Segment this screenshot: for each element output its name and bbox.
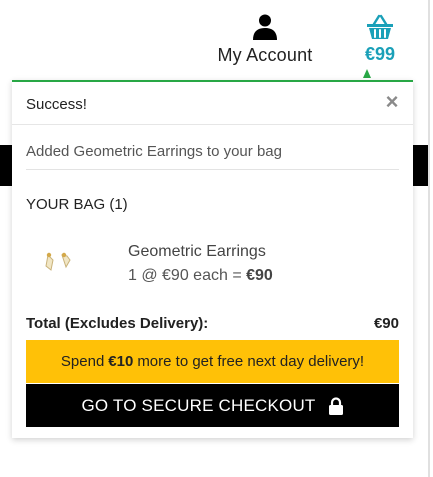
basket-link[interactable]: €99 bbox=[358, 14, 402, 70]
popup-pointer bbox=[363, 69, 371, 78]
popup-header: Success! × bbox=[12, 82, 413, 125]
secure-checkout-button[interactable]: GO TO SECURE CHECKOUT bbox=[26, 384, 399, 427]
added-to-bag-popup: Success! × Added Geometric Earrings to y… bbox=[12, 80, 413, 438]
total-value: €90 bbox=[373, 315, 399, 332]
divider bbox=[26, 169, 399, 170]
product-thumbnail bbox=[45, 252, 71, 271]
page: My Account €99 Success! × Added Geometri… bbox=[0, 0, 433, 477]
popup-title: Success! bbox=[26, 96, 87, 113]
nav-bar-left-edge bbox=[0, 145, 12, 186]
basket-icon bbox=[367, 14, 393, 39]
free-delivery-banner: Spend €10 more to get free next day deli… bbox=[26, 340, 399, 383]
page-edge-divider bbox=[428, 0, 430, 477]
my-account-link[interactable]: My Account bbox=[212, 14, 318, 70]
total-label: Total (Excludes Delivery): bbox=[26, 315, 209, 332]
checkout-label: GO TO SECURE CHECKOUT bbox=[81, 395, 316, 415]
promo-text-after: more to get free next day delivery! bbox=[137, 353, 365, 370]
close-icon[interactable]: × bbox=[383, 91, 401, 113]
product-name[interactable]: Geometric Earrings bbox=[128, 243, 266, 261]
product-price-prefix: 1 @ €90 each = bbox=[128, 267, 247, 284]
user-icon bbox=[253, 14, 277, 40]
product-price-line: 1 @ €90 each = €90 bbox=[128, 267, 273, 285]
my-account-label: My Account bbox=[217, 45, 313, 65]
promo-text-before: Spend bbox=[60, 353, 105, 370]
basket-total: €99 bbox=[364, 44, 396, 64]
bag-heading: YOUR BAG (1) bbox=[26, 196, 128, 213]
product-line-total: €90 bbox=[246, 267, 273, 284]
promo-amount: €10 bbox=[108, 353, 134, 370]
added-message: Added Geometric Earrings to your bag bbox=[26, 143, 282, 160]
lock-icon bbox=[328, 396, 343, 415]
nav-bar-right-edge bbox=[413, 145, 428, 186]
